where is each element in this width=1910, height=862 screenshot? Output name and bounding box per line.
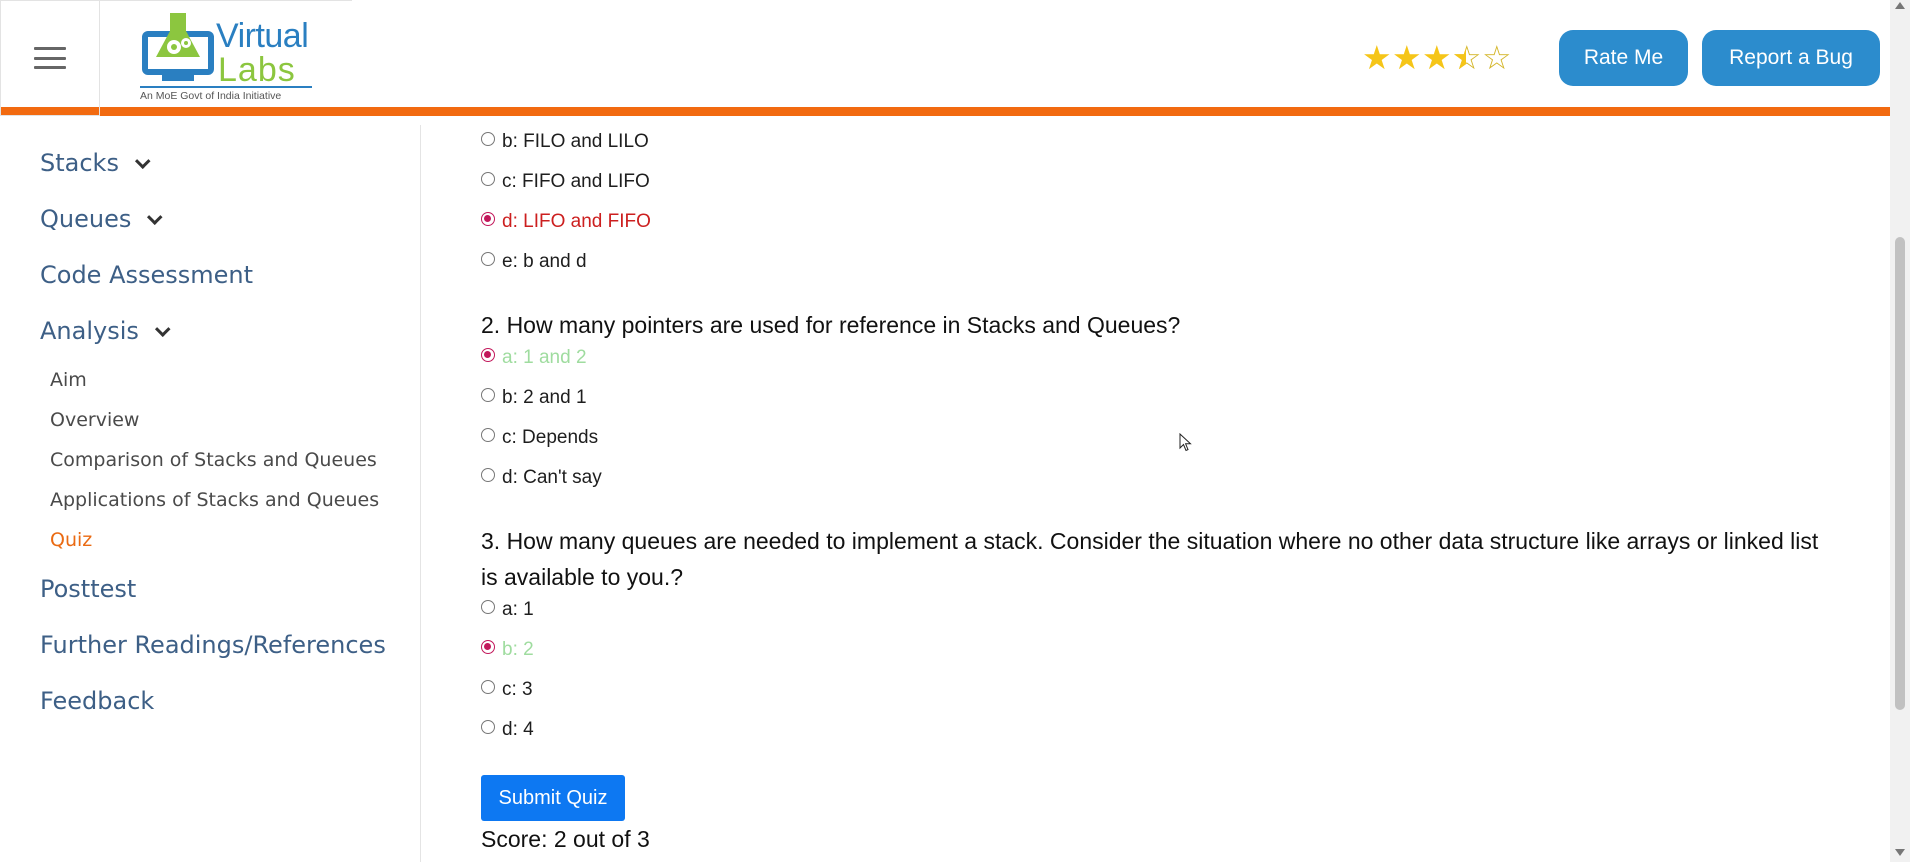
option-label: e: b and d [502,251,587,272]
sidebar-item-label: Feedback [40,687,155,715]
question-text: 3. How many queues are needed to impleme… [481,528,1819,590]
flask-gear-icon [142,13,214,81]
sidebar-item-further-readings[interactable]: Further Readings/References [40,631,386,659]
chevron-down-icon[interactable] [147,209,163,226]
star-icon[interactable]: ☆ [1482,40,1512,76]
half-star-fill: ★ [1452,40,1466,76]
logo-tagline: An MoE Govt of India Initiative [140,90,282,102]
scroll-down-arrow-icon[interactable] [1895,849,1905,856]
star-icon[interactable]: ★ [1422,40,1452,76]
quiz-option[interactable]: a: 1 and 2 [481,347,587,369]
option-label: b: FILO and LILO [502,131,649,152]
sidebar-item-label: Analysis [40,317,139,345]
chevron-down-icon[interactable] [154,321,171,338]
sidebar-item-label: Further Readings/References [40,631,386,659]
scroll-up-arrow-icon[interactable] [1895,2,1905,9]
sidebar-item-label: Stacks [40,149,119,177]
star-icon[interactable]: ★ [1392,40,1422,76]
sidebar-item-posttest[interactable]: Posttest [40,575,136,603]
sidebar-subitem-aim[interactable]: Aim [50,369,87,391]
logo-word-labs: Labs [218,51,296,89]
top-header: Virtual Labs An MoE Govt of India Initia… [0,0,1890,116]
hamburger-menu-icon [34,47,66,69]
quiz-option[interactable]: a: 1 [481,599,534,621]
quiz-option[interactable]: b: 2 [481,639,534,661]
quiz-option[interactable]: b: 2 and 1 [481,387,587,409]
virtual-labs-logo[interactable]: Virtual Labs An MoE Govt of India Initia… [100,0,352,116]
option-label: b: 2 and 1 [502,387,587,408]
radio-button[interactable] [481,680,495,694]
radio-button[interactable] [481,388,495,402]
report-bug-button[interactable]: Report a Bug [1702,30,1880,86]
scrollbar-thumb[interactable] [1895,237,1905,710]
quiz-option[interactable]: b: FILO and LILO [481,131,649,153]
option-label: c: 3 [502,679,533,700]
quiz-option[interactable]: c: 3 [481,679,533,701]
option-label: d: Can't say [502,467,602,488]
star-rating[interactable]: ★★★☆★☆ [1362,40,1512,76]
quiz-option[interactable]: c: Depends [481,427,598,449]
option-label: b: 2 [502,639,534,660]
sidebar-item-queues[interactable]: Queues [40,205,163,233]
star-icon[interactable]: ★ [1362,40,1392,76]
option-label: a: 1 [502,599,534,620]
sidebar-item-feedback[interactable]: Feedback [40,687,154,715]
radio-button[interactable] [481,212,495,226]
option-label: c: FIFO and LIFO [502,171,650,192]
quiz-option[interactable]: d: Can't say [481,467,602,489]
sidebar-item-label: Queues [40,205,132,233]
option-label: a: 1 and 2 [502,347,587,368]
sidebar-item-label: Posttest [40,575,137,603]
logo-divider [140,86,312,88]
star-icon[interactable]: ☆★ [1452,40,1482,76]
radio-button[interactable] [481,600,495,614]
radio-button[interactable] [481,640,495,654]
sidebar-subitem-overview[interactable]: Overview [50,409,139,431]
radio-button[interactable] [481,428,495,442]
hamburger-menu-button[interactable] [0,0,100,116]
rate-me-button[interactable]: Rate Me [1559,30,1688,86]
vertical-scrollbar[interactable] [1890,0,1910,862]
sidebar-subitem-applications[interactable]: Applications of Stacks and Queues [50,489,379,511]
sidebar-subitem-quiz[interactable]: Quiz [50,529,92,551]
sidebar-item-label: Code Assessment [40,261,254,289]
question-text: 2. How many pointers are used for refere… [481,312,1181,338]
option-label: d: LIFO and FIFO [502,211,651,232]
radio-button[interactable] [481,348,495,362]
quiz-option[interactable]: e: b and d [481,251,587,273]
chevron-down-icon[interactable] [134,153,151,170]
sidebar-item-code-assessment[interactable]: Code Assessment [40,261,253,289]
radio-button[interactable] [481,468,495,482]
sidebar-subitem-comparison[interactable]: Comparison of Stacks and Queues [50,449,377,471]
quiz-option[interactable]: d: 4 [481,719,534,741]
quiz-option[interactable]: d: LIFO and FIFO [481,211,651,233]
sidebar-nav: Stacks Queues Code Assessment Analysis A… [0,125,421,862]
sidebar-item-analysis[interactable]: Analysis [40,317,171,345]
submit-quiz-button[interactable]: Submit Quiz [481,775,625,821]
mouse-cursor-icon [1179,433,1192,452]
option-label: c: Depends [502,427,599,448]
radio-button[interactable] [481,252,495,266]
option-label: d: 4 [502,719,534,740]
score-text: Score: 2 out of 3 [481,826,650,852]
radio-button[interactable] [481,720,495,734]
quiz-option[interactable]: c: FIFO and LIFO [481,171,650,193]
radio-button[interactable] [481,132,495,146]
sidebar-item-stacks[interactable]: Stacks [40,149,151,177]
radio-button[interactable] [481,172,495,186]
